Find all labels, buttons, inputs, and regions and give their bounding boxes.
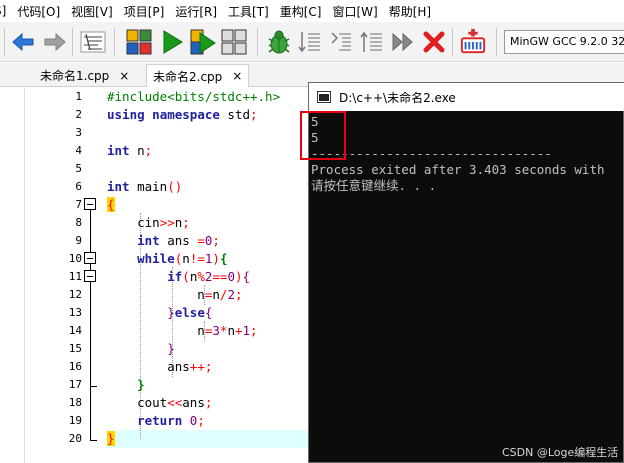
fold-toggle[interactable] [84,198,96,210]
line-number: 17 [68,378,82,391]
line-number: 10 [68,252,82,265]
menu-item-view[interactable]: 视图[V] [67,3,117,20]
code-line: using namespace std; [107,107,258,122]
menu-item-help[interactable]: 帮助[H] [385,3,435,20]
compile-run-icon[interactable] [190,29,216,55]
toolbar-separator [4,28,5,56]
line-number: 20 [68,432,82,445]
menu-item-code[interactable]: 代码[O] [13,3,64,20]
code-line: } [167,341,175,356]
debug-icon[interactable] [266,29,292,55]
code-line: ans++; [107,359,213,374]
code-line: n=3*n+1; [107,323,258,338]
console-title: D:\c++\未命名2.exe [339,90,456,105]
line-number: 5 [75,162,82,175]
forward-arrow-icon[interactable] [42,29,68,55]
code-line: n=n/2; [107,287,243,302]
code-line: #include<bits/stdc++.h> [107,89,281,104]
current-line-highlight [107,430,337,448]
watermark: CSDN @Loge编程生活 [502,446,619,459]
fold-toggle[interactable] [84,252,96,264]
line-number: 15 [68,342,82,355]
line-number: 8 [75,216,82,229]
menu-bar: S] 代码[O] 视图[V] 项目[P] 运行[R] 工具[T] 重构[C] 窗… [0,0,624,22]
menu-item-tools[interactable]: 工具[T] [224,3,273,20]
tab-file-2[interactable]: 未命名2.cpp × [146,64,250,87]
code-line: }else{ [167,305,213,320]
toolbar: MinGW GCC 9.2.0 32- [0,22,624,62]
code-line: while(n!=1){ [137,251,228,266]
fold-margin [83,88,103,463]
continue-icon[interactable] [390,29,416,55]
step-over-icon[interactable] [328,29,354,55]
toolbar-separator [114,28,115,56]
tab-file-1[interactable]: 未命名1.cpp × [34,64,135,87]
line-number: 14 [68,324,82,337]
code-line: return 0; [137,413,205,428]
project-panel [0,88,25,463]
code-line: cin>>n; [107,215,190,230]
line-number: 19 [68,414,82,427]
line-number: 13 [68,306,82,319]
line-number: 3 [75,126,82,139]
line-number: 4 [75,144,82,157]
toolbar-separator [72,28,73,56]
toolbar-separator [452,28,453,56]
compile-icon[interactable] [126,29,152,55]
code-line: cout<<ans; [107,395,213,410]
toolbar-separator [257,28,258,56]
format-icon[interactable] [80,29,106,55]
code-line: int main() [107,179,183,194]
menu-item-window[interactable]: 窗口[W] [328,3,381,20]
stop-icon[interactable] [421,29,447,55]
close-icon[interactable]: × [232,69,242,83]
line-number: 16 [68,360,82,373]
line-number: 18 [68,396,82,409]
line-number: 7 [75,198,82,211]
tab-label: 未命名2.cpp [153,69,223,84]
line-number: 6 [75,180,82,193]
fold-line [90,210,91,440]
code-line: int n; [107,143,153,158]
console-window[interactable]: D:\c++\未命名2.exe 5 5 --------------------… [308,82,624,463]
menu-item-run[interactable]: 运行[R] [171,3,221,20]
rebuild-icon[interactable] [221,29,247,55]
menu-item-project[interactable]: 项目[P] [120,3,169,20]
line-number: 2 [75,108,82,121]
highlight-annotation-box [300,111,346,160]
fold-toggle[interactable] [84,270,96,282]
line-number-gutter: 1 2 3 4 5 6 7 8 9 10 11 12 13 14 15 16 1… [26,88,82,463]
menu-item-search[interactable]: S] [0,4,10,18]
back-arrow-icon[interactable] [10,29,36,55]
console-app-icon [317,91,331,103]
close-icon[interactable]: × [119,69,129,83]
tab-label: 未命名1.cpp [40,69,110,83]
step-into-icon[interactable] [297,29,323,55]
fold-end [90,386,97,387]
console-output-line: 请按任意键继续. . . [311,178,437,193]
line-number: 1 [75,90,82,103]
toolbar-separator [496,28,497,56]
code-line: { [107,197,115,212]
line-number: 12 [68,288,82,301]
console-title-bar[interactable]: D:\c++\未命名2.exe [309,83,624,111]
step-out-icon[interactable] [359,29,385,55]
fold-end [90,440,97,441]
code-line: if(n%2==0){ [167,269,251,284]
line-number: 9 [75,234,82,247]
console-output-line: Process exited after 3.403 seconds with [311,162,605,177]
profile-icon[interactable] [460,29,486,55]
code-line: } [137,377,145,392]
line-number: 11 [68,270,82,283]
menu-item-refactor[interactable]: 重构[C] [276,3,326,20]
run-icon[interactable] [159,29,185,55]
compiler-select[interactable]: MinGW GCC 9.2.0 32- [504,30,624,54]
code-line: int ans =0; [137,233,220,248]
code-line: } [107,431,115,446]
console-output-line: -------------------------------- [311,146,552,161]
